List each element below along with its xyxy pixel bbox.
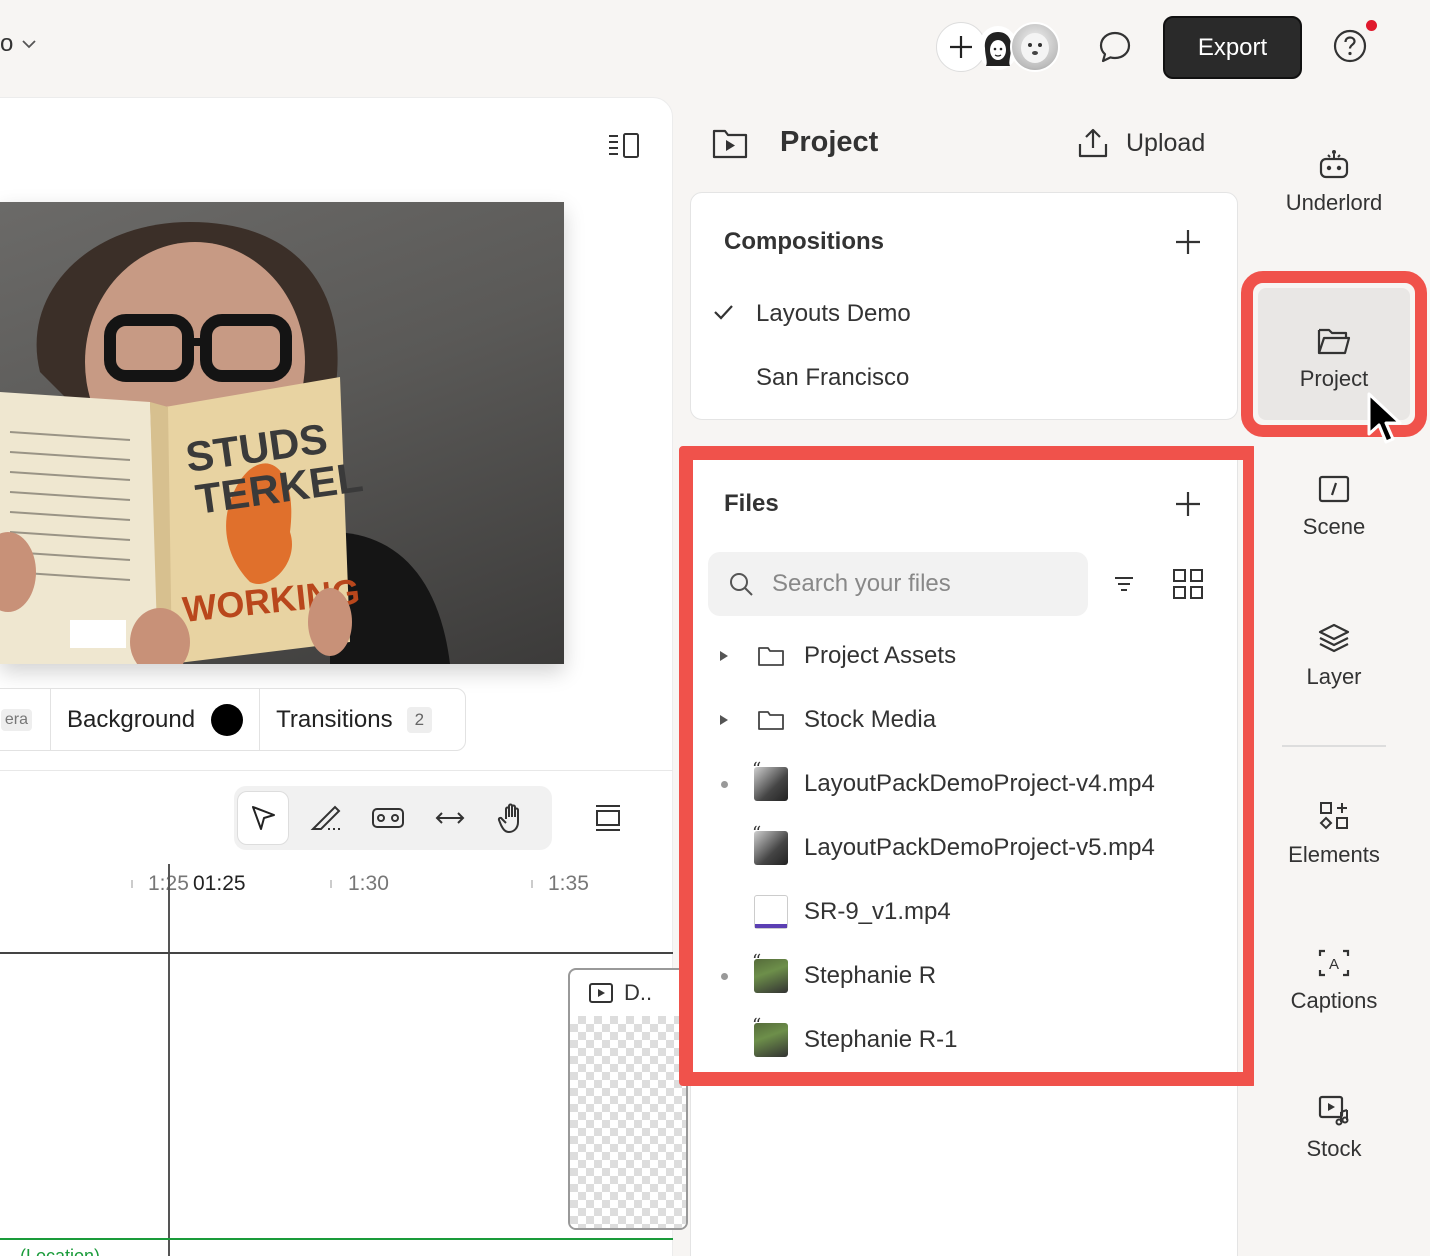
- project-name: o: [0, 30, 14, 57]
- playhead-time: 01:25: [191, 872, 248, 896]
- tab-background[interactable]: Background: [51, 689, 261, 750]
- tab-camera[interactable]: era: [0, 689, 51, 750]
- sidebar-item-stock[interactable]: Stock: [1260, 1094, 1408, 1162]
- project-panel-title: Project: [780, 126, 879, 158]
- ripple-tool-button[interactable]: [424, 791, 476, 845]
- captions-icon: A: [1318, 949, 1350, 977]
- timeline-clip[interactable]: D..: [568, 968, 688, 1230]
- add-composition-button[interactable]: [1174, 228, 1202, 256]
- sidebar-item-label: Captions: [1290, 988, 1378, 1013]
- sidebar-item-label: Scene: [1302, 514, 1366, 539]
- sidebar-item-layer[interactable]: Layer: [1260, 622, 1408, 690]
- blade-icon: [310, 805, 341, 830]
- project-name-dropdown[interactable]: o: [0, 30, 37, 58]
- composition-icon: [589, 983, 613, 1003]
- upload-label: Upload: [1126, 128, 1206, 157]
- sidebar-layout-icon: [609, 133, 639, 158]
- sidebar-item-underlord[interactable]: Underlord: [1260, 148, 1408, 216]
- transparent-checker: [570, 1016, 686, 1228]
- comments-button[interactable]: [1092, 24, 1138, 70]
- sidebar-item-elements[interactable]: Elements: [1260, 800, 1408, 868]
- background-label: Background: [67, 705, 196, 733]
- sidebar-item-label: Layer: [1306, 664, 1362, 689]
- background-color-swatch[interactable]: [211, 703, 244, 736]
- avatar-dog[interactable]: [1010, 22, 1060, 72]
- sidebar-item-scene[interactable]: Scene: [1260, 474, 1408, 540]
- project-video-icon: [712, 129, 748, 158]
- divider: [0, 770, 673, 771]
- ruler-tick: [330, 880, 332, 888]
- sidebar-item-label: Stock: [1306, 1136, 1362, 1161]
- ruler-label: 1:30: [348, 872, 389, 895]
- select-tool-button[interactable]: [237, 791, 290, 845]
- scene-icon: [1318, 475, 1350, 503]
- speech-bubble-icon: [1099, 31, 1131, 63]
- svg-text:A: A: [1329, 956, 1339, 973]
- compositions-title: Compositions: [724, 228, 884, 255]
- project-panel-header: Project: [712, 126, 878, 159]
- notification-dot: [1366, 20, 1377, 31]
- horizontal-arrows-icon: [436, 812, 465, 824]
- sidebar-item-captions[interactable]: A Captions: [1260, 948, 1408, 1014]
- clip-tool-button[interactable]: [362, 791, 414, 845]
- ruler-tick: [531, 880, 533, 888]
- files-highlight-box: [679, 446, 1257, 1086]
- composition-item-layouts-demo[interactable]: Layouts Demo: [756, 300, 911, 328]
- help-button[interactable]: [1330, 26, 1370, 66]
- timeline-options-button[interactable]: [590, 800, 626, 836]
- tab-transitions[interactable]: Transitions 2: [260, 689, 448, 750]
- ruler-tick: [131, 880, 133, 888]
- transitions-label: Transitions: [276, 705, 393, 733]
- transitions-count-badge: 2: [406, 706, 433, 733]
- plus-icon: [950, 36, 972, 58]
- blade-tool-button[interactable]: [299, 791, 351, 845]
- pointer-arrow-icon: [252, 806, 276, 830]
- sidebar-divider: [1282, 745, 1386, 747]
- help-icon: [1333, 29, 1367, 63]
- track-divider: [0, 952, 673, 954]
- clip-label: D..: [624, 980, 653, 1005]
- layer-options-bar: era Background Transitions 2: [0, 688, 466, 751]
- mouse-cursor-icon: [1366, 392, 1410, 448]
- composition-item-san-francisco[interactable]: San Francisco: [756, 364, 909, 392]
- chevron-down-icon: [21, 38, 37, 50]
- layers-icon: [1318, 623, 1350, 653]
- playhead[interactable]: [168, 864, 170, 1256]
- shapes-icon: [1319, 802, 1348, 830]
- video-frame-image: STUDS TERKEL WORKING: [0, 222, 450, 664]
- video-preview[interactable]: STUDS TERKEL WORKING: [0, 202, 564, 664]
- camera-chip: era: [0, 708, 32, 731]
- clip-icon: [372, 808, 405, 828]
- robot-icon: [1319, 150, 1349, 179]
- sidebar-item-label: Elements: [1288, 842, 1380, 867]
- track-green-line: [0, 1238, 673, 1240]
- export-button[interactable]: Export: [1163, 16, 1302, 79]
- layout-panel-toggle[interactable]: [606, 130, 642, 162]
- ruler-label: 1:35: [548, 872, 589, 895]
- plus-icon: [1176, 230, 1200, 254]
- track-label: (Location): [20, 1246, 101, 1256]
- hand-icon: [497, 803, 519, 833]
- stock-media-icon: [1318, 1095, 1349, 1126]
- upload-button[interactable]: Upload: [1076, 126, 1205, 160]
- timeline-toolbar: [234, 786, 552, 850]
- check-icon: [712, 302, 734, 322]
- sidebar-item-label: Underlord: [1285, 190, 1383, 215]
- hand-tool-button[interactable]: [487, 791, 539, 845]
- upload-icon: [1078, 128, 1108, 158]
- track-layout-icon: [596, 805, 620, 831]
